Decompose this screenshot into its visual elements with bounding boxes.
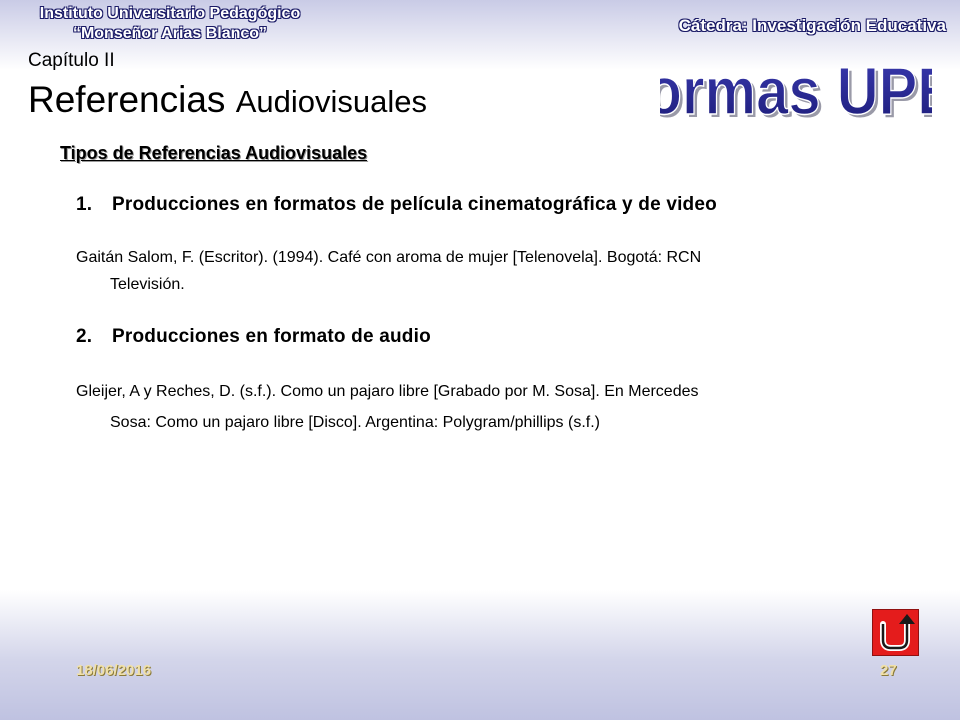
institution-name: Instituto Universitario Pedagógico “Mons… [20, 4, 320, 44]
reference-2-line2: Sosa: Como un pajaro libre [Disco]. Arge… [110, 414, 600, 431]
institution-line1: Instituto Universitario Pedagógico [39, 5, 301, 22]
institution-line2: “Monseñor Arias Blanco” [72, 25, 268, 42]
item-heading-text-1: Producciones en formatos de película cin… [112, 194, 717, 215]
reference-1-line2: Televisión. [110, 276, 185, 293]
page-number: 27 [880, 662, 897, 679]
reference-2: Gleijer, A y Reches, D. (s.f.). Como un … [76, 376, 916, 438]
normas-upel-logo: Normas UPEL Normas UPEL [660, 54, 932, 126]
page-title-part2: Audiovisuales [235, 84, 428, 119]
reference-1: Gaitán Salom, F. (Escritor). (1994). Caf… [76, 244, 916, 298]
return-button[interactable] [872, 609, 919, 656]
item-heading-1: 1. Producciones en formatos de película c… [76, 194, 717, 216]
section-heading: Tipos de Referencias Audiovisuales [60, 143, 368, 163]
item-heading-2: 2. Producciones en formato de audio [76, 326, 431, 348]
normas-upel-logo-text: Normas UPEL [660, 54, 932, 126]
reference-1-line1: Gaitán Salom, F. (Escritor). (1994). Caf… [76, 249, 702, 266]
reference-2-line1: Gleijer, A y Reches, D. (s.f.). Como un … [76, 383, 699, 400]
item-heading-text-2: Producciones en formato de audio [112, 326, 431, 347]
item-number-1: 1. [76, 194, 93, 215]
page-title-part1: Referencias [28, 79, 236, 120]
item-number-2: 2. [76, 326, 93, 347]
u-turn-arrow-icon [880, 614, 915, 651]
footer-date: 18/06/2016 [76, 662, 152, 679]
catedra-label: Cátedra: Investigación Educativa [678, 16, 946, 35]
chapter-label: Capítulo II [28, 50, 115, 71]
page-title: Referencias Audiovisuales [28, 78, 427, 124]
